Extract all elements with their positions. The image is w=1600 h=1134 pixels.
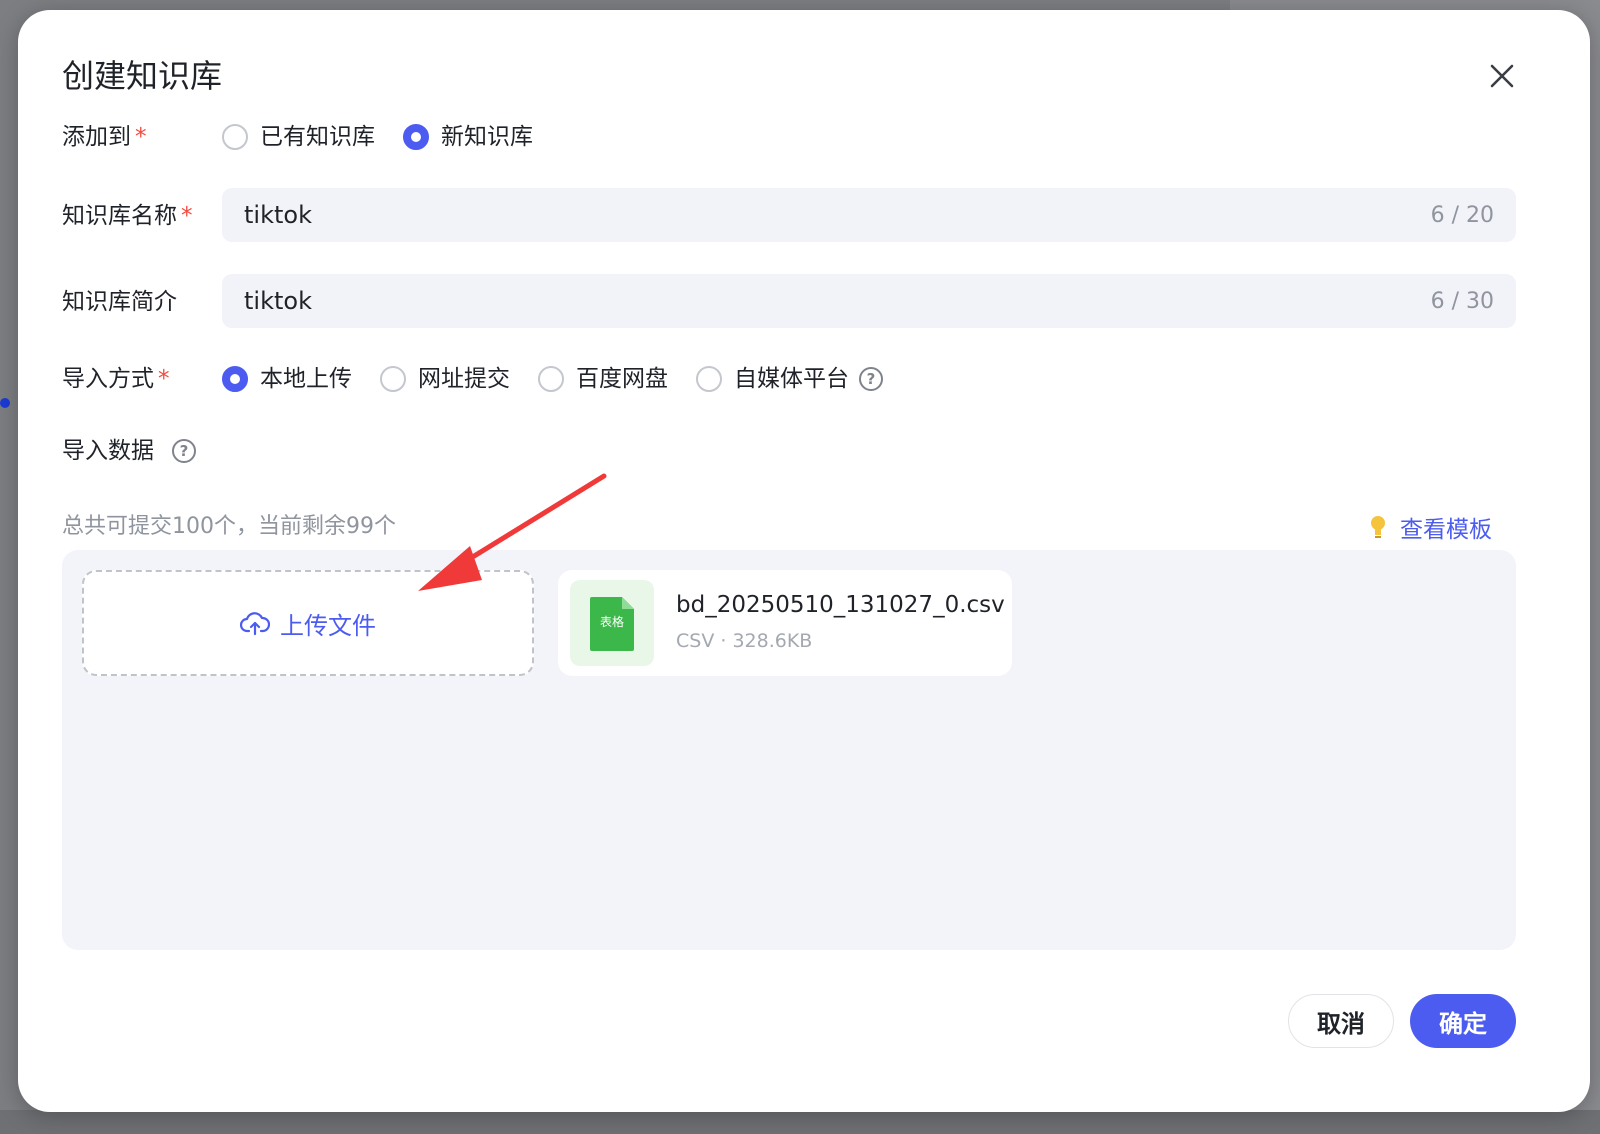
upload-area: 上传文件 表格 bd_20250510_131027_0.csv CSV · 3… — [62, 550, 1516, 950]
radio-label: 网址提交 — [418, 366, 510, 392]
import-method-label: 导入方式 * — [62, 364, 170, 394]
required-mark: * — [181, 203, 193, 229]
create-knowledge-base-dialog: 创建知识库 添加到 * 已有知识库 新知识库 知识库名称 * tiktok 6 / … — [18, 10, 1590, 1112]
kb-desc-value: tiktok — [244, 287, 312, 315]
radio-label: 百度网盘 — [576, 366, 668, 392]
radio-label: 已有知识库 — [260, 124, 375, 150]
confirm-button[interactable]: 确定 — [1410, 994, 1516, 1048]
quota-hint: 总共可提交100个，当前剩余99个 — [62, 514, 396, 539]
view-template-text: 查看模板 — [1400, 517, 1492, 543]
import-method-label-text: 导入方式 — [62, 366, 154, 392]
help-icon[interactable]: ? — [172, 439, 196, 463]
radio-label: 新知识库 — [441, 124, 533, 150]
radio-label: 本地上传 — [260, 366, 352, 392]
cloud-upload-icon — [240, 612, 270, 636]
upload-file-label: 上传文件 — [280, 611, 376, 640]
radio-circle-selected — [222, 366, 248, 392]
required-mark: * — [135, 124, 147, 150]
kb-desc-counter: 6 / 30 — [1430, 288, 1494, 314]
radio-new-kb[interactable]: 新知识库 — [403, 122, 533, 152]
add-to-label-text: 添加到 — [62, 124, 131, 150]
radio-circle — [380, 366, 406, 392]
kb-desc-label: 知识库简介 — [62, 289, 177, 315]
radio-baidu-netdisk[interactable]: 百度网盘 — [538, 364, 668, 394]
kb-desc-input[interactable]: tiktok 6 / 30 — [222, 274, 1516, 328]
dialog-title: 创建知识库 — [62, 57, 223, 95]
help-icon[interactable]: ? — [859, 367, 883, 391]
background-page-bottom — [0, 1110, 1600, 1134]
uploaded-file-card[interactable]: 表格 bd_20250510_131027_0.csv CSV · 328.6K… — [558, 570, 1012, 676]
view-template-link[interactable]: 查看模板 — [1368, 510, 1492, 544]
required-mark: * — [158, 366, 170, 392]
radio-circle — [696, 366, 722, 392]
file-icon-text: 表格 — [599, 615, 624, 629]
kb-name-value: tiktok — [244, 201, 312, 229]
kb-name-input[interactable]: tiktok 6 / 20 — [222, 188, 1516, 242]
file-meta: CSV · 328.6KB — [676, 630, 813, 652]
import-method-radio-group: 本地上传 网址提交 百度网盘 自媒体平台 ? — [222, 364, 883, 394]
radio-circle — [222, 124, 248, 150]
radio-local-upload[interactable]: 本地上传 — [222, 364, 352, 394]
radio-url-submit[interactable]: 网址提交 — [380, 364, 510, 394]
radio-label: 自媒体平台 — [734, 366, 849, 392]
radio-circle-selected — [403, 124, 429, 150]
radio-circle — [538, 366, 564, 392]
kb-name-label: 知识库名称 * — [62, 201, 193, 231]
kb-name-label-text: 知识库名称 — [62, 203, 177, 229]
lightbulb-icon — [1371, 516, 1385, 538]
add-to-radio-group: 已有知识库 新知识库 — [222, 122, 561, 152]
file-icon-container: 表格 — [570, 580, 654, 666]
file-name: bd_20250510_131027_0.csv — [676, 592, 1005, 618]
upload-file-button[interactable]: 上传文件 — [82, 570, 534, 676]
radio-self-media[interactable]: 自媒体平台 — [696, 364, 849, 394]
import-data-label: 导入数据 ? — [62, 436, 196, 466]
cancel-button[interactable]: 取消 — [1288, 994, 1394, 1048]
import-data-label-text: 导入数据 — [62, 438, 154, 464]
close-icon[interactable] — [1484, 58, 1520, 94]
background-dot — [0, 398, 10, 408]
kb-name-counter: 6 / 20 — [1430, 202, 1494, 228]
radio-existing-kb[interactable]: 已有知识库 — [222, 122, 375, 152]
add-to-label: 添加到 * — [62, 122, 147, 152]
